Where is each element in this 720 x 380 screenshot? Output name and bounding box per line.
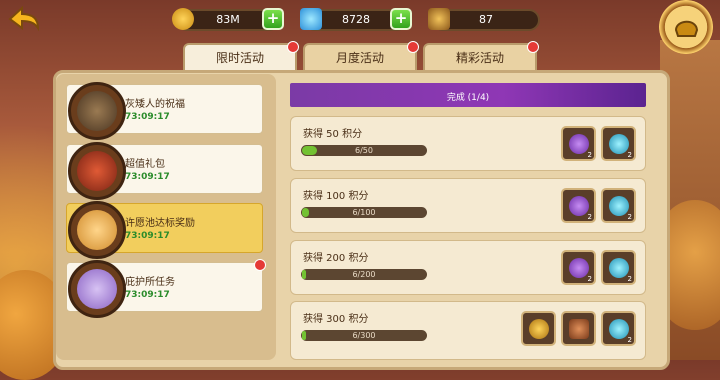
hero-card-icon [569,319,589,339]
scroll-icon [68,260,126,318]
reward-hero-card[interactable] [561,311,596,346]
reward-purple-gem[interactable]: 2 [561,250,596,285]
back-arrow-icon [8,5,40,32]
reward-blue-crystal[interactable]: 2 [601,126,636,161]
progress-bar: 6/200 [301,269,427,280]
reward-count: 2 [627,336,632,344]
progress-bar: 6/100 [301,207,427,218]
sidebar-item-timer: 73:09:17 [125,172,170,182]
add-diamond-button[interactable]: + [390,8,412,30]
sidebar-item-label: 超值礼包 [125,159,165,170]
reward-count: 2 [627,151,632,159]
player-avatar-button[interactable] [659,0,713,54]
tab-label: 精彩活动 [455,51,504,65]
diamond-icon [300,8,322,30]
sidebar-item-label: 许愿池达标奖励 [125,218,195,229]
blue-crystal-icon [609,196,629,216]
purple-gem-icon [569,196,589,216]
gold-helmet-icon [674,20,699,37]
tab-monthly-events[interactable]: 月度活动 [303,41,419,73]
tab-label: 限时活动 [215,51,264,65]
gift-box-icon [68,142,126,200]
notification-dot [527,41,539,53]
gold-helmet-icon [529,319,549,339]
notification-dot [287,41,299,53]
task-title: 获得 100 积分 [303,191,369,202]
reward-purple-gem[interactable]: 2 [561,126,596,161]
task-title: 获得 50 积分 [303,129,363,140]
add-gold-button[interactable]: + [262,8,284,30]
tab-label: 月度活动 [335,51,384,65]
progress-text: 6/100 [352,208,376,217]
reward-count: 2 [627,275,632,283]
event-banner: 完成 (1/4) [290,83,646,107]
sidebar-item-timer: 73:09:17 [125,112,170,122]
progress-text: 6/200 [352,270,376,279]
notification-dot [254,259,266,271]
diamond-counter: 8728 + [300,8,412,31]
tab-featured-events[interactable]: 精彩活动 [423,41,539,73]
progress-bar: 6/300 [301,330,427,341]
task-row: 获得 100 积分 6/100 2 2 [290,178,646,233]
reward-count: 2 [627,213,632,221]
progress-bar: 6/50 [301,145,427,156]
reward-count: 2 [587,151,592,159]
gold-value: 83M [216,13,240,26]
blue-crystal-icon [609,134,629,154]
diamond-value: 8728 [342,13,370,26]
sidebar-item-timer: 73:09:17 [125,290,170,300]
purple-gem-icon [569,134,589,154]
reward-blue-crystal[interactable]: 2 [601,188,636,223]
sidebar-item-label: 灰矮人的祝福 [125,99,185,110]
chest-value: 87 [479,13,493,26]
task-row: 获得 200 积分 6/200 2 2 [290,240,646,295]
notification-dot [407,41,419,53]
progress-text: 6/300 [352,331,376,340]
treasure-chest-icon [428,8,450,30]
gold-coin-icon [172,8,194,30]
reward-count: 2 [587,275,592,283]
task-title: 获得 300 积分 [303,314,369,325]
task-row: 获得 300 积分 6/300 2 [290,301,646,360]
task-title: 获得 200 积分 [303,253,369,264]
blue-crystal-icon [609,319,629,339]
dwarf-hammer-icon [68,82,126,140]
reward-blue-crystal[interactable]: 2 [601,311,636,346]
gold-counter: 83M + [172,8,284,31]
back-button[interactable] [6,4,42,34]
hero-portrait-icon [68,201,126,259]
task-row: 获得 50 积分 6/50 2 2 [290,116,646,171]
purple-gem-icon [569,258,589,278]
blue-crystal-icon [609,258,629,278]
chest-counter: 87 [428,8,540,31]
reward-gold-helmet[interactable] [521,311,556,346]
reward-blue-crystal[interactable]: 2 [601,250,636,285]
reward-count: 2 [587,213,592,221]
progress-text: 6/50 [355,146,373,155]
completion-status: 完成 (1/4) [446,93,490,103]
reward-purple-gem[interactable]: 2 [561,188,596,223]
sidebar-item-timer: 73:09:17 [125,231,170,241]
sidebar-item-label: 庇护所任务 [125,277,175,288]
